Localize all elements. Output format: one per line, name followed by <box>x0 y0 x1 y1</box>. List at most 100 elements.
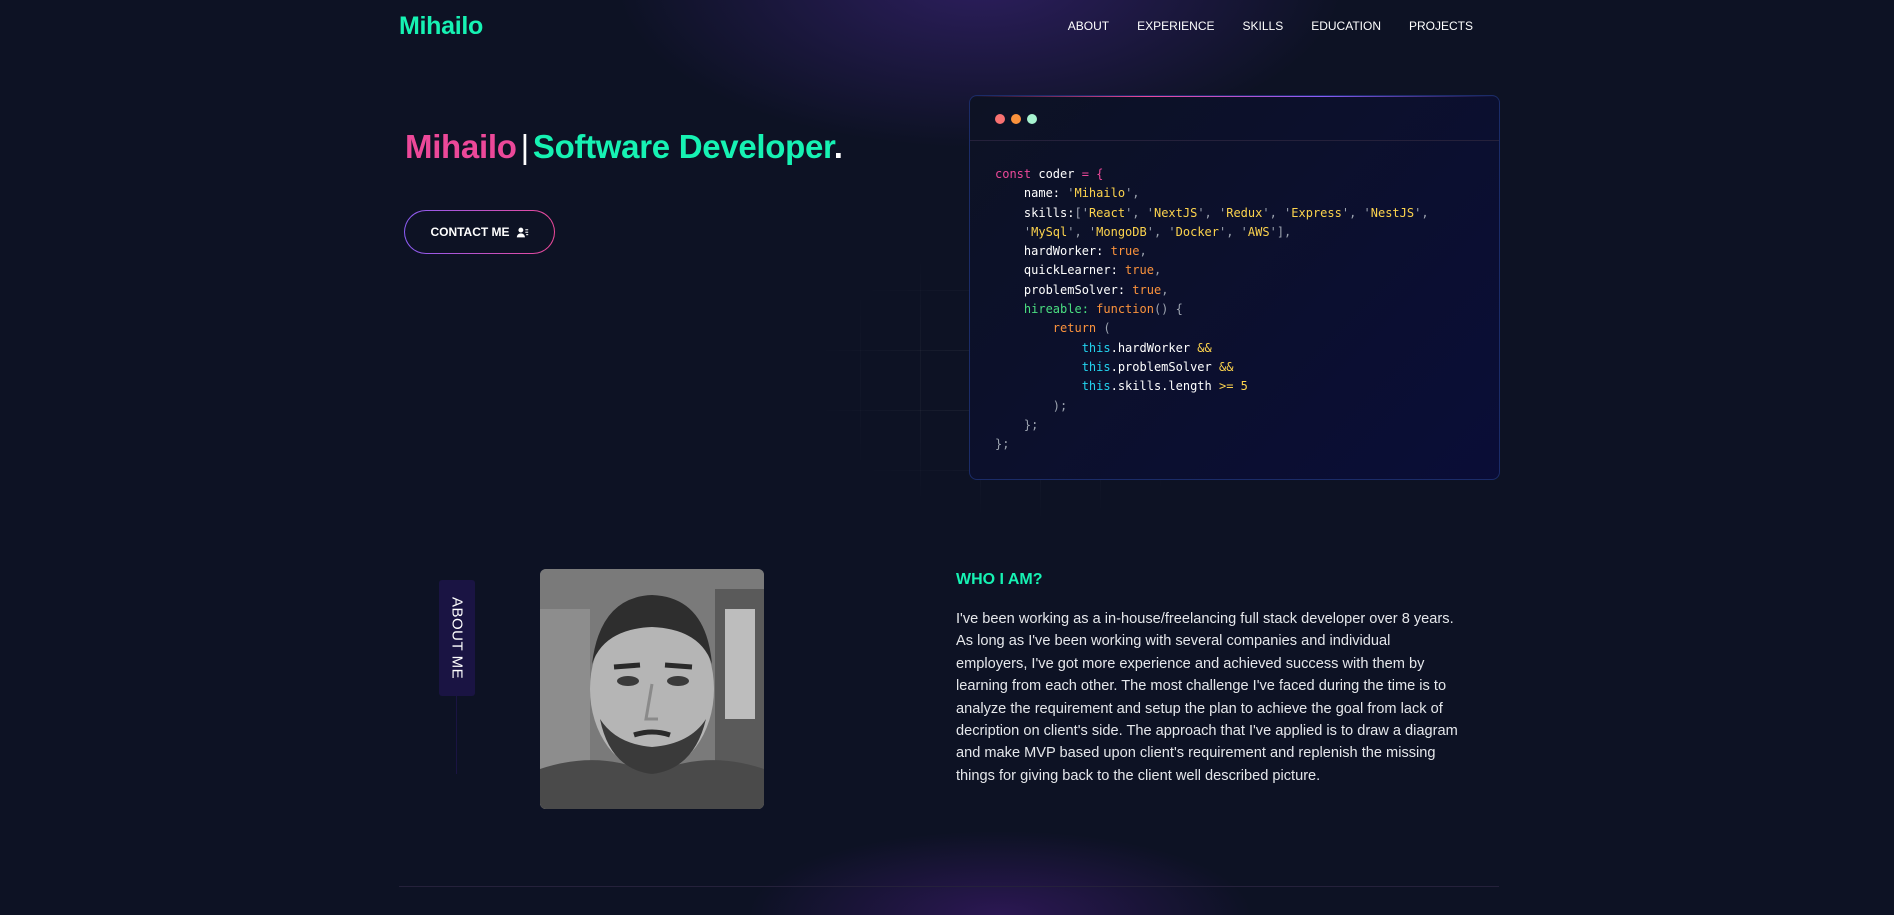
code-line: name: 'Mihailo', <box>995 184 1474 203</box>
about-me-section-tab: ABOUT ME <box>439 580 475 696</box>
code-line: 'MySql', 'MongoDB', 'Docker', 'AWS'], <box>995 223 1474 242</box>
contact-me-button[interactable]: CONTACT ME <box>404 210 555 254</box>
about-me-label: ABOUT ME <box>448 596 466 680</box>
code-token: AWS <box>1247 224 1270 239</box>
code-line: hireable: function() { <box>995 300 1474 319</box>
code-token: MySql <box>1031 224 1068 239</box>
code-line: return ( <box>995 319 1474 338</box>
profile-photo <box>540 569 764 809</box>
code-token: React <box>1088 205 1126 220</box>
code-token: ', ' <box>1146 224 1176 239</box>
code-token: true <box>1125 263 1154 278</box>
code-line: }; <box>995 416 1474 435</box>
code-token: Mihailo <box>1074 186 1126 201</box>
code-token: ', ' <box>1262 205 1292 220</box>
code-token: true <box>1110 244 1140 259</box>
nav-link-education[interactable]: EDUCATION <box>1297 19 1395 33</box>
hero-dot: . <box>833 128 843 165</box>
code-token: ', <box>1125 186 1140 201</box>
code-token: && <box>1197 340 1212 355</box>
code-token: >= 5 <box>1218 379 1248 394</box>
code-line: this.skills.length >= 5 <box>995 377 1474 396</box>
code-token: && <box>1218 359 1234 374</box>
code-line: }; <box>995 435 1474 454</box>
code-token: name: <box>995 186 1068 201</box>
nav-link-about[interactable]: ABOUT <box>1054 19 1123 33</box>
code-token: ( <box>1103 321 1111 336</box>
code-token: Express <box>1291 205 1342 220</box>
about-description: I've been working as a in-house/freelanc… <box>956 611 1458 784</box>
hero-name: Mihailo <box>405 128 517 165</box>
window-controls <box>995 114 1037 124</box>
code-token: MongoDB <box>1096 224 1147 239</box>
code-token: , <box>1139 244 1147 259</box>
nav-links: ABOUT EXPERIENCE SKILLS EDUCATION PROJEC… <box>1054 19 1487 33</box>
code-token: () { <box>1153 302 1183 317</box>
nav-link-experience[interactable]: EXPERIENCE <box>1123 19 1228 33</box>
code-token: .skills.length <box>1110 379 1219 394</box>
code-token: , <box>1161 282 1169 297</box>
code-token: return <box>995 321 1104 336</box>
code-token: problemSolver: <box>995 282 1133 297</box>
code-token: ', ' <box>1341 205 1371 220</box>
profile-photo-image <box>540 569 764 809</box>
code-line: this.hardWorker && <box>995 339 1474 358</box>
code-snippet: const coder = { name: 'Mihailo', skills:… <box>970 141 1499 454</box>
code-token: hireable: <box>995 302 1097 317</box>
code-token: function <box>1096 302 1154 317</box>
who-i-am-title: WHO I AM? <box>956 571 1043 588</box>
contact-me-label: CONTACT ME <box>430 225 510 239</box>
code-token: '], <box>1269 224 1292 239</box>
navbar: Mihailo ABOUT EXPERIENCE SKILLS EDUCATIO… <box>399 0 1499 52</box>
minimize-dot <box>1011 114 1021 124</box>
hero-separator: | <box>520 128 530 165</box>
code-token: [' <box>1074 205 1089 220</box>
code-token: Redux <box>1226 205 1263 220</box>
code-token: this <box>995 340 1111 355</box>
code-token: this <box>995 379 1111 394</box>
section-divider <box>399 886 1499 887</box>
code-line: skills:['React', 'NextJS', 'Redux', 'Exp… <box>995 204 1474 223</box>
code-token: const <box>995 167 1039 181</box>
hero-role: Software Developer <box>532 128 834 165</box>
code-token: ); <box>995 398 1068 413</box>
code-token: ', <box>1414 205 1429 220</box>
code-token: ', ' <box>1219 224 1248 239</box>
code-token: ', ' <box>1067 224 1097 239</box>
code-token: NestJS <box>1370 205 1415 220</box>
code-token: ' <box>995 224 1032 239</box>
hero-title: Mihailo | Software Developer. <box>405 128 843 166</box>
site-logo[interactable]: Mihailo <box>399 12 483 41</box>
background-glow <box>0 0 1894 915</box>
code-token: .problemSolver <box>1110 359 1219 374</box>
code-token: ', ' <box>1197 205 1227 220</box>
code-token: .hardWorker <box>1110 340 1198 355</box>
nav-link-skills[interactable]: SKILLS <box>1229 19 1298 33</box>
code-line: const coder = { <box>995 165 1474 184</box>
code-token: Docker <box>1175 224 1219 239</box>
nav-link-projects[interactable]: PROJECTS <box>1395 19 1487 33</box>
code-token: NextJS <box>1153 205 1198 220</box>
close-dot <box>995 114 1005 124</box>
code-line: hardWorker: true, <box>995 242 1474 261</box>
code-token: hardWorker: <box>995 244 1111 259</box>
about-me-line <box>456 696 457 774</box>
code-token: coder <box>1038 167 1075 181</box>
code-token: quickLearner: <box>995 263 1126 278</box>
code-token: = { <box>1074 167 1104 181</box>
code-line: this.problemSolver && <box>995 358 1474 377</box>
user-contact-icon <box>516 227 528 237</box>
code-token: this <box>995 359 1111 374</box>
code-token: }; <box>995 417 1039 432</box>
code-line: quickLearner: true, <box>995 261 1474 280</box>
code-window-titlebar <box>970 96 1499 141</box>
code-token: true <box>1132 282 1162 297</box>
code-line: problemSolver: true, <box>995 281 1474 300</box>
code-token: skills: <box>995 205 1075 220</box>
code-line: ); <box>995 397 1474 416</box>
maximize-dot <box>1027 114 1037 124</box>
code-window: const coder = { name: 'Mihailo', skills:… <box>969 95 1500 480</box>
code-token: }; <box>995 437 1010 452</box>
code-token: ', ' <box>1125 205 1154 220</box>
code-token: , <box>1153 263 1162 278</box>
